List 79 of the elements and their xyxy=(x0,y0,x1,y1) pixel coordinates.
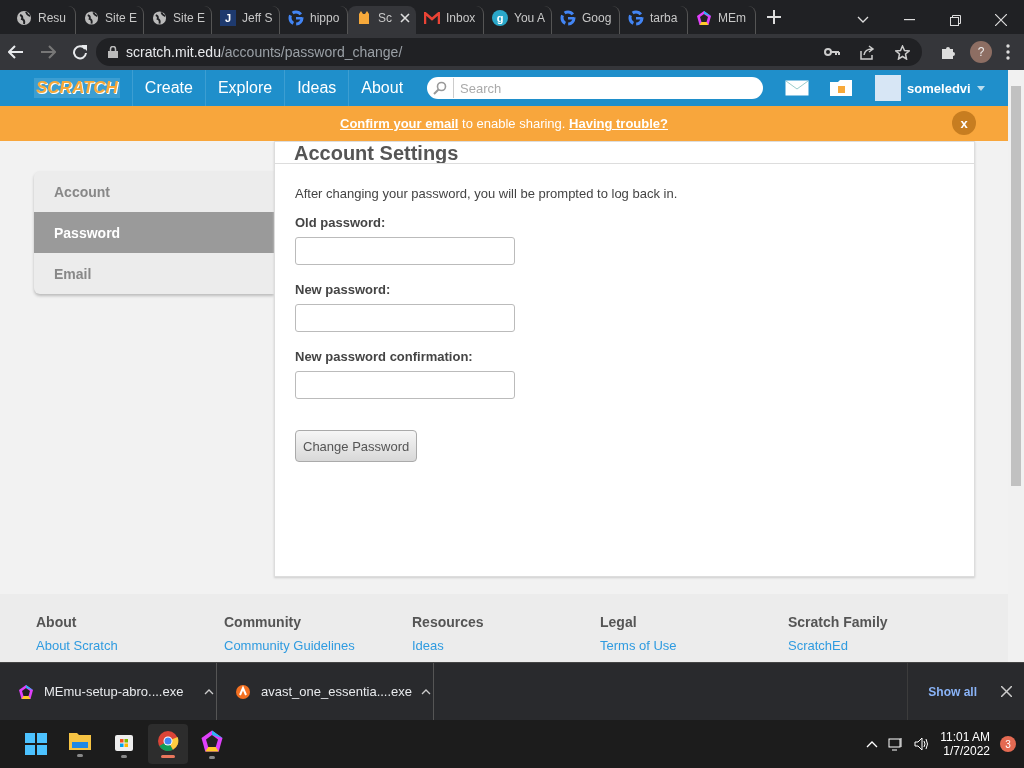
globe-icon xyxy=(16,10,32,26)
field-label: New password: xyxy=(295,282,392,297)
chrome-icon xyxy=(157,730,179,752)
scrollbar[interactable] xyxy=(1008,70,1024,662)
profile-avatar[interactable]: ? xyxy=(970,41,992,63)
banner-message: Confirm your email to enable sharing. Having trouble? xyxy=(340,116,668,131)
footer-heading: Scratch Family xyxy=(788,614,889,630)
back-arrow-icon[interactable] xyxy=(8,45,24,59)
notification-badge[interactable]: 3 xyxy=(1000,736,1016,752)
reload-icon[interactable] xyxy=(72,44,88,60)
password-field[interactable] xyxy=(295,371,515,399)
clock-time: 11:01 AM xyxy=(940,730,990,744)
key-icon[interactable] xyxy=(824,48,840,56)
password-field[interactable] xyxy=(295,237,515,265)
folder-icon[interactable] xyxy=(829,79,854,97)
minimize-icon[interactable] xyxy=(903,19,915,21)
password-field[interactable] xyxy=(295,304,515,332)
footer-link[interactable]: Ideas xyxy=(412,638,600,653)
network-icon[interactable] xyxy=(888,737,905,751)
forward-arrow-icon[interactable] xyxy=(40,45,56,59)
folder-icon xyxy=(68,731,92,751)
intro-text: After changing your password, you will be prompted to log back in. xyxy=(295,186,679,201)
lock-icon xyxy=(108,46,118,58)
footer-link[interactable]: About Scratch xyxy=(36,638,224,653)
globe-icon xyxy=(84,10,99,26)
pentagon-logo-icon xyxy=(200,729,224,753)
footer-heading: Community xyxy=(224,614,302,630)
more-menu-icon[interactable] xyxy=(1006,44,1010,60)
restore-icon[interactable] xyxy=(949,14,961,26)
chevron-down-icon[interactable] xyxy=(857,16,869,24)
favicon: g xyxy=(492,10,508,26)
footer-heading: Legal xyxy=(600,614,638,630)
browser-tab[interactable]: Sc xyxy=(348,6,416,34)
puzzle-icon[interactable] xyxy=(940,44,956,60)
globe-icon xyxy=(152,10,167,26)
cat-face-icon xyxy=(356,10,372,26)
user-avatar xyxy=(875,75,902,101)
chevron-up-icon[interactable] xyxy=(421,688,431,695)
footer-link[interactable]: ScratchEd xyxy=(788,638,976,653)
settings-menu-item[interactable]: Password xyxy=(34,212,274,253)
close-icon[interactable] xyxy=(995,14,1007,26)
user-menu[interactable]: someledvi xyxy=(875,75,985,101)
url-host: scratch.mit.edu xyxy=(126,44,221,60)
speaker-icon[interactable] xyxy=(914,737,931,751)
search-icon xyxy=(433,81,448,95)
settings-menu-item[interactable]: Email xyxy=(34,253,274,294)
footer-link[interactable]: Community Guidelines xyxy=(224,638,412,653)
avast-logo-icon xyxy=(235,683,251,700)
field-label: New password confirmation: xyxy=(295,349,474,364)
settings-menu-item[interactable]: Account xyxy=(34,171,274,212)
url-path: /accounts/password_change/ xyxy=(220,44,403,60)
search-field[interactable]: Search xyxy=(453,78,764,98)
envelope-icon[interactable] xyxy=(785,80,810,96)
caret-icon xyxy=(976,85,985,91)
change-password-button[interactable]: Change Password xyxy=(295,430,418,462)
close-icon[interactable] xyxy=(400,13,410,23)
google-icon xyxy=(628,10,644,26)
field-label: Old password: xyxy=(295,215,387,230)
chevron-up-icon[interactable] xyxy=(204,688,214,695)
address-bar[interactable]: scratch.mit.edu/accounts/password_change/ xyxy=(96,38,922,66)
taskbar-app[interactable] xyxy=(148,724,188,764)
new-tab-icon[interactable] xyxy=(767,10,781,24)
footer-heading: About xyxy=(36,614,78,630)
google-icon xyxy=(288,10,304,26)
share-icon[interactable] xyxy=(860,44,875,60)
taskbar-clock[interactable]: 11:01 AM 1/7/2022 xyxy=(940,730,990,758)
footer-heading: Resources xyxy=(412,614,485,630)
close-icon[interactable] xyxy=(1001,686,1012,697)
pentagon-logo-icon xyxy=(696,10,712,26)
footer-link[interactable]: Terms of Use xyxy=(600,638,788,653)
clock-date: 1/7/2022 xyxy=(943,744,990,758)
google-icon xyxy=(560,10,576,26)
pentagon-logo-icon xyxy=(18,683,34,700)
search-bar[interactable]: Search xyxy=(427,77,764,99)
windows-logo-icon xyxy=(25,733,47,755)
mail-icon xyxy=(424,12,440,24)
star-icon[interactable] xyxy=(895,44,910,60)
favicon: J xyxy=(220,10,236,26)
close-button[interactable]: x xyxy=(952,111,976,135)
